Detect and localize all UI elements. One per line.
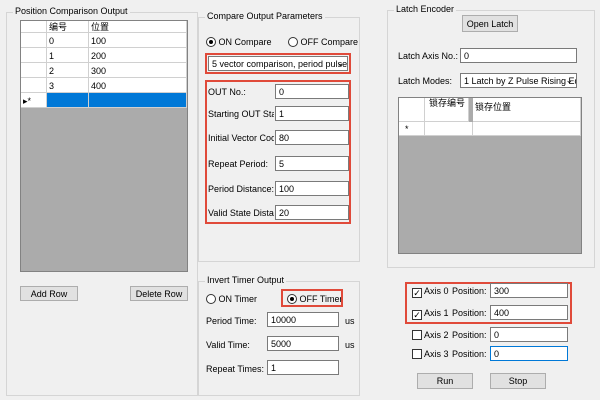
radio-icon [206, 37, 216, 47]
repeat-period-input[interactable]: 5 [275, 156, 349, 171]
table-cell-position[interactable]: 100 [89, 33, 187, 48]
table-cell-position[interactable]: 200 [89, 48, 187, 63]
row-header[interactable] [21, 48, 47, 63]
period-distance-input[interactable]: 100 [275, 181, 349, 196]
latch-axis-label: Latch Axis No.: [398, 51, 459, 61]
run-button[interactable]: Run [417, 373, 473, 389]
latch-encoder-title: Latch Encoder [394, 4, 457, 14]
valid-time-label: Valid Time: [206, 340, 250, 350]
latch-modes-select[interactable]: 1 Latch by Z Pulse Rising Edge ⌄ [460, 73, 577, 88]
latch-cell-id[interactable] [425, 122, 473, 136]
period-time-input[interactable]: 10000 [267, 312, 339, 327]
mode-highlight [205, 53, 351, 74]
column-header-latch-id[interactable]: 锁存编号 [425, 98, 469, 122]
add-row-button[interactable]: Add Row [20, 286, 78, 301]
latch-axis-input[interactable]: 0 [460, 48, 577, 63]
valid-time-input[interactable]: 5000 [267, 336, 339, 351]
repeat-times-input[interactable]: 1 [267, 360, 339, 375]
latch-modes-value: 1 Latch by Z Pulse Rising Edge [464, 76, 576, 86]
checkbox-icon [412, 330, 422, 340]
position-table[interactable]: 编号 位置 0 100 1 200 2 300 3 400 ▸* [20, 20, 188, 272]
repeat-period-label: Repeat Period: [208, 159, 269, 169]
off-timer-highlight [281, 289, 343, 307]
initial-vector-input[interactable]: 80 [275, 130, 349, 145]
row-header-corner [21, 21, 47, 33]
table-cell-id[interactable]: 3 [47, 78, 89, 93]
axis-2-label: Axis 2 [424, 330, 449, 340]
stop-button[interactable]: Stop [490, 373, 546, 389]
period-distance-label: Period Distance: [208, 184, 275, 194]
row-header-corner [399, 98, 425, 122]
valid-state-distance-label: Valid State Distance: [208, 208, 274, 218]
radio-icon [206, 294, 216, 304]
axis-3-position-input[interactable]: 0 [490, 346, 568, 361]
axis-1-checkbox[interactable]: ✓ Axis 1 [412, 308, 449, 320]
on-compare-radio[interactable]: ON Compare [206, 37, 272, 47]
table-cell-id[interactable]: 2 [47, 63, 89, 78]
position-comparison-title: Position Comparison Output [13, 6, 130, 16]
axis-1-position-label: Position: [452, 308, 487, 318]
on-timer-radio[interactable]: ON Timer [206, 294, 257, 304]
axis-1-position-input[interactable]: 400 [490, 305, 568, 320]
table-cell-position[interactable]: 400 [89, 78, 187, 93]
off-compare-label: OFF Compare [300, 37, 359, 47]
open-latch-button[interactable]: Open Latch [462, 15, 518, 32]
checkmark-icon: ✓ [412, 310, 422, 320]
off-compare-radio[interactable]: OFF Compare [288, 37, 358, 47]
row-header[interactable] [21, 33, 47, 48]
initial-vector-label: Initial Vector Coordinate: [208, 133, 274, 143]
invert-timer-title: Invert Timer Output [205, 275, 287, 285]
row-header[interactable] [21, 78, 47, 93]
latch-cell-position[interactable] [473, 122, 581, 136]
axis-2-position-label: Position: [452, 330, 487, 340]
axis-3-label: Axis 3 [424, 349, 449, 359]
out-no-input[interactable]: 0 [275, 84, 349, 99]
column-header-id[interactable]: 编号 [47, 21, 89, 33]
starting-out-state-label: Starting OUT State: [208, 109, 274, 119]
axis-2-checkbox[interactable]: Axis 2 [412, 330, 449, 340]
axis-3-checkbox[interactable]: Axis 3 [412, 349, 449, 359]
chevron-down-icon: ⌄ [565, 75, 573, 85]
column-header-position[interactable]: 位置 [89, 21, 187, 33]
axis-2-position-input[interactable]: 0 [490, 327, 568, 342]
checkmark-icon: ✓ [412, 288, 422, 298]
axis-0-position-input[interactable]: 300 [490, 283, 568, 298]
starting-out-state-input[interactable]: 1 [275, 106, 349, 121]
new-row-marker[interactable]: * [399, 122, 425, 136]
repeat-times-label: Repeat Times: [206, 364, 265, 374]
checkbox-icon [412, 349, 422, 359]
latch-table[interactable]: 锁存编号 锁存位置 * [398, 97, 582, 254]
period-time-label: Period Time: [206, 316, 257, 326]
new-row-cell-position[interactable] [89, 93, 187, 108]
new-row-cell-id[interactable] [47, 93, 89, 108]
table-cell-id[interactable]: 0 [47, 33, 89, 48]
axis-0-checkbox[interactable]: ✓ Axis 0 [412, 286, 449, 298]
on-compare-label: ON Compare [218, 37, 272, 47]
on-timer-label: ON Timer [218, 294, 258, 304]
valid-time-unit: us [345, 340, 355, 350]
valid-state-distance-input[interactable]: 20 [275, 205, 349, 220]
axis-0-position-label: Position: [452, 286, 487, 296]
axis-0-label: Axis 0 [424, 286, 449, 296]
row-header[interactable] [21, 63, 47, 78]
fields-highlight [205, 80, 351, 224]
delete-row-button[interactable]: Delete Row [130, 286, 188, 301]
table-cell-id[interactable]: 1 [47, 48, 89, 63]
compare-output-title: Compare Output Parameters [205, 11, 325, 21]
axis-1-label: Axis 1 [424, 308, 449, 318]
column-header-latch-position[interactable]: 锁存位置 [473, 98, 581, 122]
out-no-label: OUT No.: [208, 87, 246, 97]
latch-modes-label: Latch Modes: [398, 76, 453, 86]
axis-3-position-label: Position: [452, 349, 487, 359]
table-cell-position[interactable]: 300 [89, 63, 187, 78]
new-row-marker[interactable]: ▸* [21, 93, 47, 108]
period-time-unit: us [345, 316, 355, 326]
radio-icon [288, 37, 298, 47]
